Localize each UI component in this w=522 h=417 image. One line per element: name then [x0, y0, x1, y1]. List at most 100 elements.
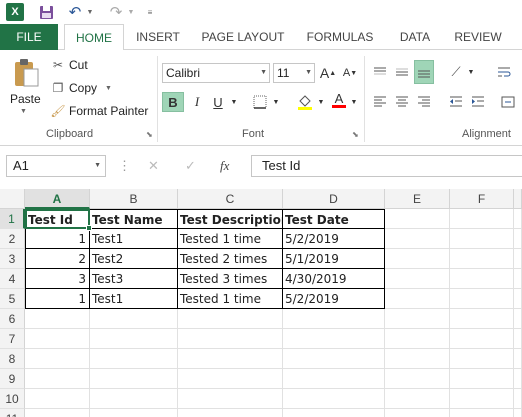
row-header-2[interactable]: 2 [0, 229, 25, 249]
italic-button[interactable]: I [187, 92, 207, 112]
cell-c10[interactable] [178, 389, 283, 409]
cell-a3[interactable]: 2 [25, 249, 90, 269]
fill-color-dropdown-icon[interactable]: ▼ [316, 92, 326, 112]
cell-e7[interactable] [385, 329, 450, 349]
format-painter-button[interactable]: 🖌 Format Painter [50, 102, 148, 120]
cell-a10[interactable] [25, 389, 90, 409]
paste-button[interactable]: Paste [10, 92, 41, 106]
cell-d10[interactable] [283, 389, 385, 409]
cell-f7[interactable] [450, 329, 514, 349]
customize-toolbar-icon[interactable]: ≡ [145, 3, 155, 21]
cell-d7[interactable] [283, 329, 385, 349]
cell-c9[interactable] [178, 369, 283, 389]
select-all-corner[interactable] [0, 189, 25, 209]
cell-a8[interactable] [25, 349, 90, 369]
font-color-dropdown-icon[interactable]: ▼ [349, 92, 359, 112]
grow-font-button[interactable]: A ▲ [320, 63, 336, 83]
cell-e3[interactable] [385, 249, 450, 269]
shrink-font-button[interactable]: A ▼ [342, 63, 358, 83]
cell-f11[interactable] [450, 409, 514, 417]
column-header-g[interactable] [514, 189, 522, 209]
cell-d4[interactable]: 4/30/2019 [283, 269, 385, 289]
cell-e1[interactable] [385, 209, 450, 229]
cell-c6[interactable] [178, 309, 283, 329]
cell-b4[interactable]: Test3 [90, 269, 178, 289]
copy-button[interactable]: ❐ Copy ▼ [50, 79, 112, 97]
cell-b1[interactable]: Test Name [90, 209, 178, 229]
font-color-button[interactable]: A [330, 90, 348, 110]
middle-align-button[interactable] [392, 62, 412, 82]
cell-b6[interactable] [90, 309, 178, 329]
row-header-7[interactable]: 7 [0, 329, 25, 349]
cell-a2[interactable]: 1 [25, 229, 90, 249]
cell-c11[interactable] [178, 409, 283, 417]
cell-f4[interactable] [450, 269, 514, 289]
align-left-button[interactable] [370, 92, 390, 112]
column-header-f[interactable]: F [450, 189, 514, 209]
enter-icon[interactable]: ✓ [185, 158, 196, 174]
copy-dropdown-icon[interactable]: ▼ [105, 85, 112, 92]
row-header-6[interactable]: 6 [0, 309, 25, 329]
save-icon[interactable] [38, 3, 54, 21]
cell-g3[interactable] [514, 249, 522, 269]
cell-d6[interactable] [283, 309, 385, 329]
cell-b9[interactable] [90, 369, 178, 389]
align-right-button[interactable] [414, 92, 434, 112]
cell-d9[interactable] [283, 369, 385, 389]
font-launcher-icon[interactable]: ⬊ [352, 130, 359, 139]
cell-d2[interactable]: 5/2/2019 [283, 229, 385, 249]
font-size-select[interactable]: 11 ▼ [273, 63, 315, 83]
tab-page-layout[interactable]: PAGE LAYOUT [195, 24, 291, 50]
cell-f5[interactable] [450, 289, 514, 309]
row-header-8[interactable]: 8 [0, 349, 25, 369]
cell-a4[interactable]: 3 [25, 269, 90, 289]
cell-e11[interactable] [385, 409, 450, 417]
align-center-button[interactable] [392, 92, 412, 112]
cell-f10[interactable] [450, 389, 514, 409]
decrease-indent-button[interactable] [446, 92, 466, 112]
cell-c2[interactable]: Tested 1 time [178, 229, 283, 249]
cell-d1[interactable]: Test Date [283, 209, 385, 229]
increase-indent-button[interactable] [468, 92, 488, 112]
cell-a9[interactable] [25, 369, 90, 389]
cell-e5[interactable] [385, 289, 450, 309]
cell-f2[interactable] [450, 229, 514, 249]
column-header-d[interactable]: D [283, 189, 385, 209]
cell-f6[interactable] [450, 309, 514, 329]
cell-c3[interactable]: Tested 2 times [178, 249, 283, 269]
row-header-9[interactable]: 9 [0, 369, 25, 389]
cell-g6[interactable] [514, 309, 522, 329]
cell-a7[interactable] [25, 329, 90, 349]
row-header-10[interactable]: 10 [0, 389, 25, 409]
cell-b3[interactable]: Test2 [90, 249, 178, 269]
cell-g10[interactable] [514, 389, 522, 409]
cell-d5[interactable]: 5/2/2019 [283, 289, 385, 309]
cancel-icon[interactable]: ✕ [148, 158, 159, 174]
wrap-text-button[interactable] [494, 62, 514, 82]
tab-home[interactable]: HOME [64, 24, 124, 51]
tab-data[interactable]: DATA [390, 24, 440, 50]
insert-function-icon[interactable]: fx [220, 158, 229, 174]
cell-e6[interactable] [385, 309, 450, 329]
fill-handle[interactable] [86, 225, 92, 231]
cell-c5[interactable]: Tested 1 time [178, 289, 283, 309]
cell-g4[interactable] [514, 269, 522, 289]
tab-file[interactable]: FILE [0, 24, 58, 50]
fill-color-button[interactable] [295, 92, 315, 112]
cell-f8[interactable] [450, 349, 514, 369]
cell-g5[interactable] [514, 289, 522, 309]
cell-g1[interactable] [514, 209, 522, 229]
font-name-select[interactable]: Calibri ▼ [162, 63, 270, 83]
undo-icon[interactable]: ↶ [67, 3, 83, 21]
name-box[interactable]: A1 ▼ [6, 155, 106, 177]
tab-formulas[interactable]: FORMULAS [300, 24, 380, 50]
column-header-e[interactable]: E [385, 189, 450, 209]
underline-button[interactable]: U [208, 92, 228, 112]
cell-a6[interactable] [25, 309, 90, 329]
cell-f9[interactable] [450, 369, 514, 389]
cell-g11[interactable] [514, 409, 522, 417]
column-header-c[interactable]: C [178, 189, 283, 209]
row-header-5[interactable]: 5 [0, 289, 25, 309]
underline-dropdown-icon[interactable]: ▼ [229, 92, 239, 112]
cell-d11[interactable] [283, 409, 385, 417]
